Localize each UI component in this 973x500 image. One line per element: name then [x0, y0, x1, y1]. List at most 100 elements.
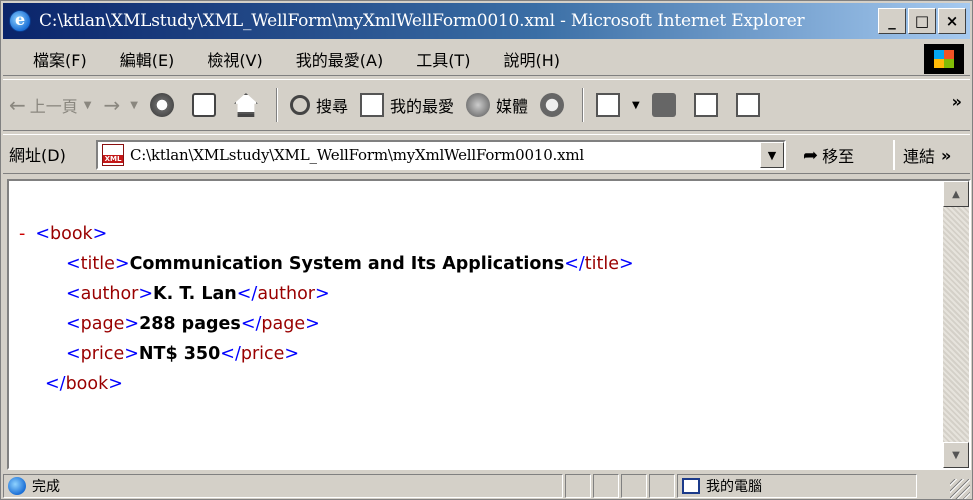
my-computer-icon: [682, 478, 700, 494]
standard-toolbar: ← 上一頁 ▼ → ▼ 搜尋 我的最愛 媒體 ▼ »: [3, 79, 970, 131]
chevron-down-icon[interactable]: ▼: [632, 100, 640, 111]
document-view[interactable]: - <book> <title>Communication System and …: [7, 179, 971, 470]
media-label: 媒體: [495, 97, 528, 116]
maximize-button[interactable]: □: [908, 8, 936, 34]
xml-value: Communication System and Its Application…: [129, 254, 565, 274]
edit-icon: [693, 93, 718, 117]
xml-element-row: <title>Communication System and Its Appl…: [66, 254, 634, 274]
menu-help[interactable]: 說明(H): [483, 47, 573, 71]
toolbar-separator: [582, 88, 584, 122]
home-icon: [233, 93, 258, 117]
xml-tag-name: price: [80, 344, 125, 364]
status-text: 完成: [32, 479, 60, 495]
links-button[interactable]: 連結 »: [893, 140, 951, 170]
refresh-icon: [191, 93, 216, 117]
media-button[interactable]: 媒體: [460, 85, 534, 125]
address-bar: 網址(D) C:\ktlan\XMLstudy\XML_WellForm\myX…: [3, 134, 970, 174]
address-input[interactable]: C:\ktlan\XMLstudy\XML_WellForm\myXmlWell…: [96, 140, 786, 170]
status-cell: [621, 474, 647, 498]
stop-icon: [149, 93, 174, 117]
status-cell: [649, 474, 675, 498]
favorites-button[interactable]: 我的最愛: [354, 85, 460, 125]
xml-tag-name: page: [80, 314, 125, 334]
xml-file-icon: [102, 144, 124, 166]
window-title: C:\ktlan\XMLstudy\XML_WellForm\myXmlWell…: [39, 11, 805, 31]
xml-value: NT$ 350: [138, 344, 221, 364]
back-arrow-icon: ←: [9, 93, 26, 117]
back-button[interactable]: ← 上一頁 ▼: [3, 85, 97, 125]
windows-logo-icon: [924, 44, 964, 74]
xml-tag-name: author: [80, 284, 139, 304]
menu-view[interactable]: 檢視(V): [187, 47, 275, 71]
scroll-down-button[interactable]: ▼: [943, 442, 969, 468]
mail-button[interactable]: ▼: [590, 85, 646, 125]
xml-tag-name: title: [80, 254, 115, 274]
xml-element-row: <page>288 pages</page>: [66, 314, 320, 334]
discuss-button[interactable]: [730, 85, 772, 125]
media-icon: [465, 93, 490, 117]
address-dropdown-button[interactable]: ▼: [760, 142, 784, 168]
search-label: 搜尋: [315, 97, 348, 116]
zone-text: 我的電腦: [706, 479, 762, 495]
menu-tools[interactable]: 工具(T): [396, 47, 483, 71]
edit-button[interactable]: [688, 85, 730, 125]
forward-button[interactable]: → ▼: [97, 85, 143, 125]
printer-icon: [651, 93, 676, 117]
address-value[interactable]: C:\ktlan\XMLstudy\XML_WellForm\myXmlWell…: [130, 146, 584, 164]
history-button[interactable]: [534, 85, 576, 125]
xml-root-close-line: </book>: [45, 374, 123, 394]
favorites-icon: [359, 93, 384, 117]
ie-logo-icon: [9, 10, 31, 32]
history-icon: [540, 93, 564, 117]
status-cell: [565, 474, 591, 498]
vertical-scrollbar[interactable]: ▲ ▼: [943, 181, 969, 468]
menu-edit[interactable]: 編輯(E): [100, 47, 188, 71]
browser-window: C:\ktlan\XMLstudy\XML_WellForm\myXmlWell…: [0, 0, 973, 500]
status-bar: 完成 我的電腦: [3, 473, 970, 499]
discuss-icon: [735, 93, 760, 117]
security-zone-cell: 我的電腦: [677, 474, 917, 498]
refresh-button[interactable]: [186, 85, 228, 125]
links-label: 連結: [903, 147, 936, 166]
address-label: 網址(D): [9, 146, 66, 165]
go-arrow-icon: ➦: [803, 144, 819, 166]
xml-tag-name: page: [261, 314, 306, 334]
title-bar[interactable]: C:\ktlan\XMLstudy\XML_WellForm\myXmlWell…: [3, 3, 970, 39]
chevron-down-icon[interactable]: ▼: [84, 100, 92, 111]
minimize-button[interactable]: _: [878, 8, 906, 34]
search-icon: [289, 95, 310, 115]
resize-grip[interactable]: [950, 479, 970, 499]
xml-tag-name: author: [257, 284, 315, 304]
xml-root-open-line: - <book>: [19, 224, 108, 244]
mail-icon: [596, 93, 620, 117]
xml-tag-name: title: [584, 254, 620, 274]
xml-value: 288 pages: [139, 314, 241, 334]
go-label: 移至: [822, 147, 855, 166]
stop-button[interactable]: [144, 85, 186, 125]
forward-arrow-icon: →: [103, 93, 121, 117]
links-overflow-icon[interactable]: »: [941, 146, 951, 165]
page-done-icon: [8, 477, 26, 495]
toolbar-overflow-icon[interactable]: »: [952, 92, 962, 111]
xml-element-row: <price>NT$ 350</price>: [66, 344, 300, 364]
xml-root-close-tag: book: [65, 374, 109, 394]
scroll-up-button[interactable]: ▲: [943, 181, 969, 207]
xml-tag-name: price: [240, 344, 285, 364]
xml-element-row: <author>K. T. Lan</author>: [66, 284, 330, 304]
menu-favorites[interactable]: 我的最愛(A): [276, 47, 396, 71]
window-controls: _ □ ×: [878, 8, 966, 34]
status-message-cell: 完成: [3, 474, 563, 498]
print-button[interactable]: [646, 85, 688, 125]
menu-file[interactable]: 檔案(F): [3, 47, 100, 71]
home-button[interactable]: [228, 85, 270, 125]
search-button[interactable]: 搜尋: [284, 85, 354, 125]
back-label: 上一頁: [29, 97, 78, 116]
chevron-down-icon[interactable]: ▼: [130, 100, 138, 111]
go-button[interactable]: ➦ 移至: [803, 140, 854, 170]
close-button[interactable]: ×: [938, 8, 966, 34]
xml-value: K. T. Lan: [153, 284, 237, 304]
xml-root-tag: book: [50, 224, 93, 244]
collapse-toggle[interactable]: -: [19, 224, 25, 244]
status-cell: [593, 474, 619, 498]
toolbar-separator: [275, 88, 278, 122]
